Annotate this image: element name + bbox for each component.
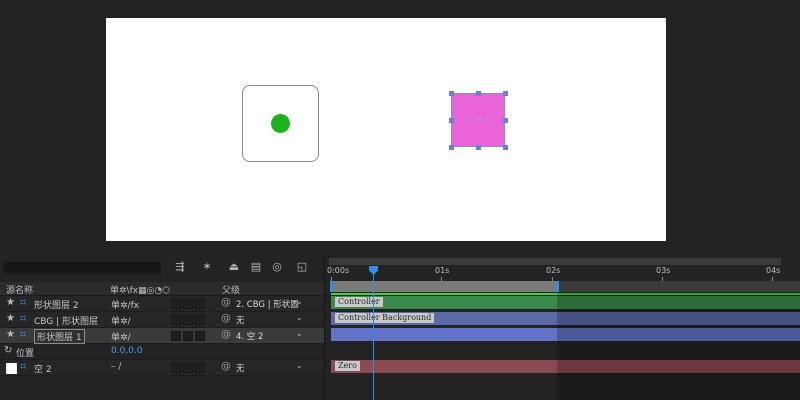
switch-box[interactable] (195, 315, 205, 325)
chevron-down-icon[interactable]: ⌄ (296, 329, 303, 338)
layer-switches[interactable]: 单✲/ (111, 314, 131, 327)
layer-row[interactable]: ★ ⌗ 形状图层 2 单✲/fx @ 2. CBG | 形状圖 ⌄ (0, 296, 324, 312)
switch-box[interactable] (183, 315, 193, 325)
transform-handle[interactable] (503, 118, 508, 123)
transform-handle[interactable] (476, 91, 481, 96)
layer-search-input[interactable] (3, 261, 161, 274)
shape-layer-icon: ⌗ (20, 312, 27, 325)
composition-flowchart-icon[interactable]: ⇶ (172, 260, 188, 274)
empty-layer-area (0, 376, 324, 400)
work-area-start-handle[interactable] (330, 281, 333, 292)
layer-switches[interactable]: 单✲/fx (111, 298, 139, 311)
star-icon[interactable]: ★ (6, 313, 15, 324)
chevron-down-icon[interactable]: ⌄ (296, 313, 303, 322)
timeline-panel: ⇶ ✶ ⏏ ▤ ◎ ◱ 源名称 单✲\fx▦◎◔⬡ 父级 ★ ⌗ 形状图层 2 … (0, 255, 800, 400)
layer-name[interactable]: 形状图层 2 (34, 298, 79, 311)
layer-column-header: 源名称 单✲\fx▦◎◔⬡ 父级 (0, 282, 324, 296)
property-row-position[interactable]: ↻ 位置 0.0,0.0 (0, 344, 324, 360)
stopwatch-icon[interactable]: ↻ (4, 345, 12, 356)
star-icon[interactable]: ★ (6, 297, 15, 308)
transform-handle[interactable] (449, 118, 454, 123)
chevron-down-icon[interactable]: ⌄ (296, 297, 303, 306)
composition-viewer[interactable]: ⌖ (0, 0, 800, 255)
time-ruler[interactable]: 0:00s 01s 02s 03s 04s (325, 265, 800, 282)
star-icon[interactable]: ★ (6, 329, 15, 340)
frame-blending-icon[interactable]: ▤ (248, 260, 264, 274)
hide-shy-layers-icon[interactable]: ⏏ (226, 260, 242, 274)
tick-label: 04s (766, 266, 781, 275)
work-area-inactive (557, 281, 800, 292)
switch-box[interactable] (183, 363, 193, 373)
shape-layer-icon: ⌗ (20, 296, 27, 309)
transform-handle[interactable] (503, 145, 508, 150)
tick-label: 03s (656, 266, 671, 275)
outside-work-area-shade (557, 293, 800, 400)
switch-box[interactable] (195, 299, 205, 309)
shape-layer-icon: ⌗ (20, 328, 27, 341)
switch-box[interactable] (195, 363, 205, 373)
parent-header[interactable]: 父级 (222, 283, 240, 296)
transform-handle[interactable] (449, 91, 454, 96)
property-value[interactable]: 0.0,0.0 (111, 346, 143, 356)
layer-switches[interactable]: 单✲/ (111, 330, 131, 343)
draft-3d-icon[interactable]: ✶ (199, 260, 215, 274)
timeline-area[interactable]: 0:00s 01s 02s 03s 04s Controller Control… (324, 255, 800, 400)
null-layer-icon: ⌗ (20, 360, 27, 373)
switch-box[interactable] (171, 331, 181, 341)
selected-shape-square[interactable]: ⌖ (449, 91, 508, 150)
pick-whip-icon[interactable]: @ (221, 361, 231, 372)
time-navigator[interactable] (329, 258, 781, 265)
label-color-swatch[interactable] (6, 363, 17, 374)
layer-row[interactable]: ⌗ 空 2 ⎯ / @ 无 ⌄ (0, 360, 324, 376)
switch-box[interactable] (171, 363, 181, 373)
pick-whip-icon[interactable]: @ (221, 297, 231, 308)
chevron-down-icon[interactable]: ⌄ (296, 361, 303, 370)
controller-background-shape[interactable] (242, 85, 319, 162)
pick-whip-icon[interactable]: @ (221, 313, 231, 324)
tick-label: 0:00s (327, 266, 350, 275)
layer-switches[interactable]: ⎯ / (111, 362, 121, 372)
composition-canvas[interactable]: ⌖ (106, 18, 666, 241)
graph-editor-icon[interactable]: ◱ (294, 260, 310, 274)
layer-row-selected[interactable]: ★ ⌗ 形状图层 1 单✲/ @ 4. 空 2 ⌄ (0, 328, 324, 344)
layer-name[interactable]: 形状图层 1 (34, 329, 85, 344)
transform-handle[interactable] (476, 145, 481, 150)
layer-bar-label: Controller (335, 297, 383, 307)
property-name: 位置 (16, 349, 35, 359)
work-area-bar[interactable] (331, 281, 557, 292)
controller-dot[interactable] (271, 114, 290, 133)
anchor-point-icon[interactable]: ⌖ (473, 115, 484, 126)
pick-whip-icon[interactable]: @ (221, 329, 231, 340)
transform-handle[interactable] (503, 91, 508, 96)
layer-name[interactable]: 空 2 (34, 362, 52, 375)
switches-header[interactable]: 单✲\fx▦◎◔⬡ (110, 283, 170, 296)
layer-bar-label: Zero (335, 361, 360, 371)
switch-box[interactable] (183, 331, 193, 341)
motion-blur-icon[interactable]: ◎ (269, 260, 285, 274)
tick-label: 02s (546, 266, 561, 275)
layer-name[interactable]: CBG | 形状图层 (34, 314, 98, 327)
tick-label: 01s (435, 266, 450, 275)
transform-handle[interactable] (449, 145, 454, 150)
switch-box[interactable] (183, 299, 193, 309)
source-name-header[interactable]: 源名称 (6, 283, 33, 296)
layer-row[interactable]: ★ ⌗ CBG | 形状图层 单✲/ @ 无 ⌄ (0, 312, 324, 328)
switch-box[interactable] (171, 315, 181, 325)
switch-box[interactable] (171, 299, 181, 309)
current-time-indicator-line[interactable] (373, 273, 374, 400)
layer-bar-label: Controller Background (335, 313, 435, 323)
switch-box[interactable] (195, 331, 205, 341)
work-area-end-handle[interactable] (556, 281, 559, 292)
